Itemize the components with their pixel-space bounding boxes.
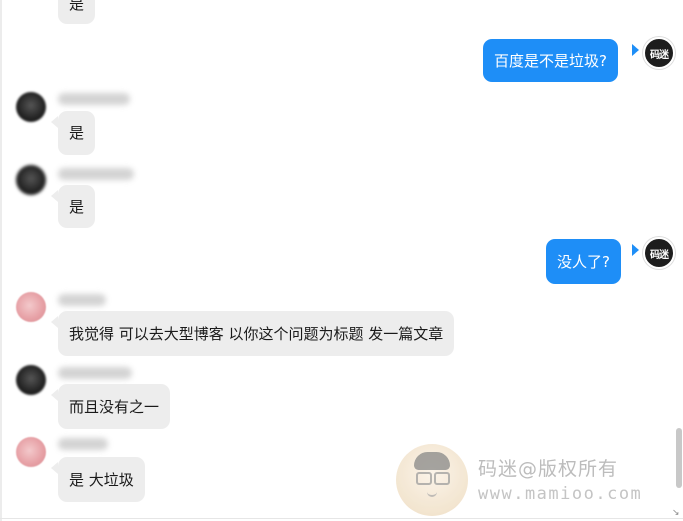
message-bubble-incoming: 是 — [58, 185, 96, 228]
divider — [0, 518, 683, 519]
message-bubble-incoming: 是 — [58, 0, 96, 24]
sender-name-blurred — [58, 294, 106, 306]
sender-name-blurred — [58, 93, 130, 105]
message-text: 百度是不是垃圾? — [494, 51, 607, 70]
message-bubble-incoming: 我觉得 可以去大型博客 以你这个问题为标题 发一篇文章 — [58, 311, 455, 356]
user-avatar-icon[interactable]: 码迷 — [643, 37, 675, 69]
avatar-label: 码迷 — [650, 49, 669, 61]
message-text: 是 — [69, 197, 85, 216]
message-bubble-incoming: 是 大垃圾 — [58, 457, 145, 502]
avatar-label: 码迷 — [650, 249, 669, 261]
sender-name-blurred — [58, 168, 134, 180]
bubble-tail — [51, 190, 58, 202]
bubble-tail — [632, 244, 639, 256]
message-text: 是 — [69, 0, 85, 13]
message-text: 我觉得 可以去大型博客 以你这个问题为标题 发一篇文章 — [69, 324, 444, 343]
chat-window: 是 百度是不是垃圾? 码迷 是 是 没人了? 码迷 我觉得 可以去大型博客 以你… — [0, 0, 683, 521]
bubble-tail — [51, 316, 58, 328]
sender-avatar[interactable] — [16, 437, 46, 467]
bubble-tail — [51, 462, 58, 474]
bubble-tail — [51, 116, 58, 128]
bubble-tail — [51, 389, 58, 401]
message-bubble-incoming: 而且没有之一 — [58, 384, 171, 429]
watermark-title: 码迷@版权所有 — [478, 458, 619, 480]
message-bubble-outgoing: 百度是不是垃圾? — [483, 39, 618, 82]
watermark: 码迷@版权所有 www.mamioo.com — [396, 444, 676, 516]
sender-avatar[interactable] — [16, 92, 46, 122]
window-border — [0, 0, 2, 521]
sender-avatar[interactable] — [16, 165, 46, 195]
user-avatar-icon[interactable]: 码迷 — [643, 237, 675, 269]
sender-name-blurred — [58, 367, 132, 379]
watermark-url: www.mamioo.com — [478, 484, 643, 504]
sender-avatar[interactable] — [16, 365, 46, 395]
message-text: 是 — [69, 124, 85, 142]
message-bubble-incoming: 是 — [58, 111, 96, 155]
sender-name-blurred — [58, 438, 108, 450]
sender-avatar[interactable] — [16, 292, 46, 322]
message-text: 是 大垃圾 — [69, 470, 134, 489]
resize-corner-icon[interactable]: ↘ — [672, 509, 681, 518]
message-bubble-outgoing: 没人了? — [546, 239, 621, 284]
watermark-logo — [396, 444, 468, 516]
message-text: 而且没有之一 — [69, 397, 160, 416]
bubble-tail — [632, 44, 639, 56]
scrollbar-thumb[interactable] — [676, 428, 682, 488]
message-text: 没人了? — [557, 252, 610, 271]
